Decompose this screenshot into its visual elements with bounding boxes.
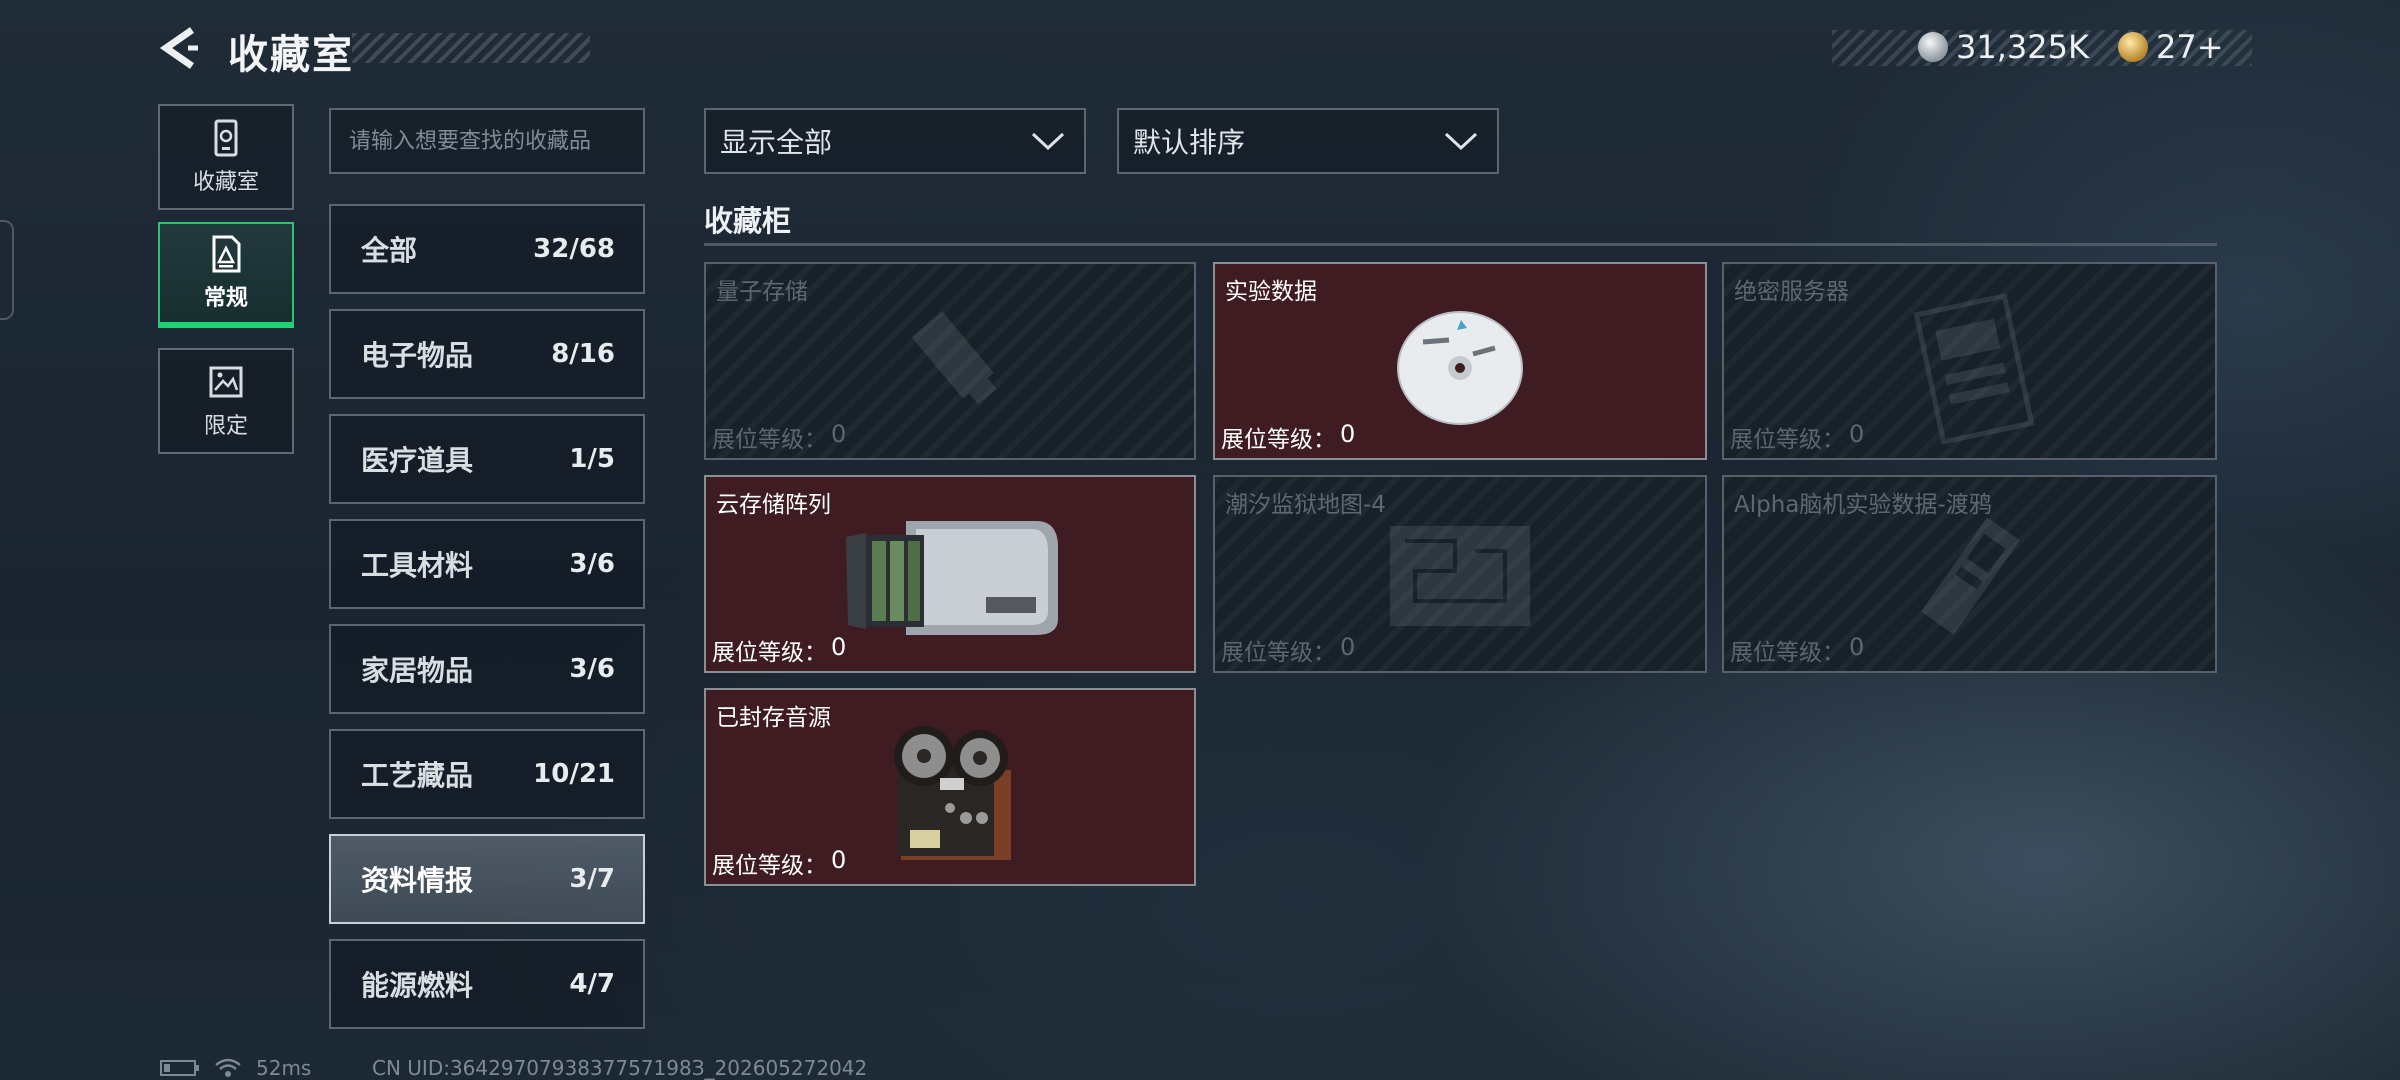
status-footer: 52ms (160, 1056, 311, 1080)
category-count: 3/7 (569, 864, 615, 894)
data-cartridge-icon (1921, 517, 2020, 635)
category-count: 3/6 (569, 549, 615, 579)
card-name: 已封存音源 (716, 705, 831, 731)
silver-coin-icon (1918, 32, 1948, 62)
category-count: 32/68 (533, 234, 615, 264)
card-name: 云存储阵列 (716, 492, 831, 518)
category-intel[interactable]: 资料情报 3/7 (329, 834, 645, 924)
filter-dropdown[interactable]: 显示全部 (704, 108, 1086, 174)
collection-card-sealed-audio-source[interactable]: 已封存音源 展位等级： 0 (704, 688, 1196, 886)
usb-drive-icon (911, 311, 997, 405)
category-name: 能源燃料 (361, 969, 474, 1002)
rail-tab-label: 常规 (203, 286, 248, 311)
rail-tab-normal[interactable]: 常规 (158, 222, 294, 328)
title-decoration (352, 33, 590, 63)
category-name: 家居物品 (361, 654, 474, 687)
collection-card-quantum-storage[interactable]: 量子存储 展位等级： 0 (704, 262, 1196, 460)
category-name: 医疗道具 (361, 444, 474, 477)
category-name: 工具材料 (361, 549, 474, 582)
sort-dropdown[interactable]: 默认排序 (1117, 108, 1499, 174)
silver-currency-value: 31,325K (1956, 28, 2089, 66)
category-count: 8/16 (551, 339, 615, 369)
picture-icon (209, 366, 243, 398)
rail-tab-limited[interactable]: 限定 (158, 348, 294, 454)
chevron-down-icon (1444, 132, 1478, 151)
category-count: 4/7 (569, 969, 615, 999)
silver-currency[interactable]: 31,325K (1918, 28, 2089, 66)
category-electronics[interactable]: 电子物品 8/16 (329, 309, 645, 399)
disc-icon (1397, 311, 1523, 425)
document-icon (212, 235, 241, 273)
rail-tab-collection[interactable]: 收藏室 (158, 104, 294, 210)
category-count: 10/21 (533, 759, 615, 789)
category-name: 电子物品 (361, 339, 474, 372)
gold-currency[interactable]: 27+ (2118, 28, 2224, 66)
collection-card-experiment-data[interactable]: 实验数据 展位等级： 0 (1213, 262, 1707, 460)
page-title: 收藏室 (228, 32, 354, 78)
category-energy[interactable]: 能源燃料 4/7 (329, 939, 645, 1029)
sort-dropdown-value: 默认排序 (1133, 126, 1246, 159)
gold-currency-value: 27+ (2156, 28, 2224, 66)
card-level: 展位等级： 0 (712, 420, 847, 453)
category-name: 资料情报 (361, 864, 474, 897)
card-level: 展位等级： 0 (712, 633, 847, 666)
card-name: 实验数据 (1225, 279, 1317, 305)
collection-card-secret-server[interactable]: 绝密服务器 展位等级： 0 (1722, 262, 2217, 460)
category-count: 1/5 (569, 444, 615, 474)
reel-to-reel-icon (894, 726, 1011, 860)
card-name: 潮汐监狱地图-4 (1225, 492, 1386, 518)
search-input[interactable] (329, 108, 645, 174)
battery-icon (160, 1060, 199, 1076)
card-level: 展位等级： 0 (1221, 633, 1356, 666)
card-level: 展位等级： 0 (712, 846, 847, 879)
collection-card-cloud-storage-array[interactable]: 云存储阵列 展位等级： 0 (704, 475, 1196, 673)
category-name: 工艺藏品 (361, 759, 474, 792)
gold-coin-icon (2118, 32, 2148, 62)
storage-array-icon (846, 521, 1058, 635)
rail-tab-label: 收藏室 (192, 170, 259, 195)
card-level: 展位等级： 0 (1730, 633, 1865, 666)
section-divider (704, 243, 2217, 246)
section-title: 收藏柜 (704, 204, 792, 238)
chevron-down-icon (1031, 132, 1065, 151)
filter-dropdown-value: 显示全部 (720, 126, 833, 159)
category-all[interactable]: 全部 32/68 (329, 204, 645, 294)
ping-value: 52ms (256, 1056, 312, 1080)
category-tools[interactable]: 工具材料 3/6 (329, 519, 645, 609)
card-name: 量子存储 (716, 279, 808, 305)
category-name: 全部 (361, 234, 418, 267)
server-board-icon (1913, 294, 2035, 444)
back-arrow-icon[interactable] (158, 26, 202, 70)
user-uid: CN UID:3642970793837757198З_202605272042 (372, 1056, 868, 1080)
category-household[interactable]: 家居物品 3/6 (329, 624, 645, 714)
archive-icon (214, 119, 238, 157)
category-medical[interactable]: 医疗道具 1/5 (329, 414, 645, 504)
category-count: 3/6 (569, 654, 615, 684)
rail-tab-label: 限定 (203, 414, 248, 439)
collection-card-tidal-prison-map[interactable]: 潮汐监狱地图-4 展位等级： 0 (1213, 475, 1707, 673)
card-level: 展位等级： 0 (1221, 420, 1356, 453)
side-drawer-handle[interactable] (0, 220, 14, 320)
map-icon (1390, 526, 1530, 626)
card-level: 展位等级： 0 (1730, 420, 1865, 453)
collection-card-alpha-bci-data[interactable]: Alpha脑机实验数据-渡鸦 展位等级： 0 (1722, 475, 2217, 673)
category-crafts[interactable]: 工艺藏品 10/21 (329, 729, 645, 819)
card-name: 绝密服务器 (1734, 279, 1849, 305)
wifi-icon (215, 1058, 241, 1077)
